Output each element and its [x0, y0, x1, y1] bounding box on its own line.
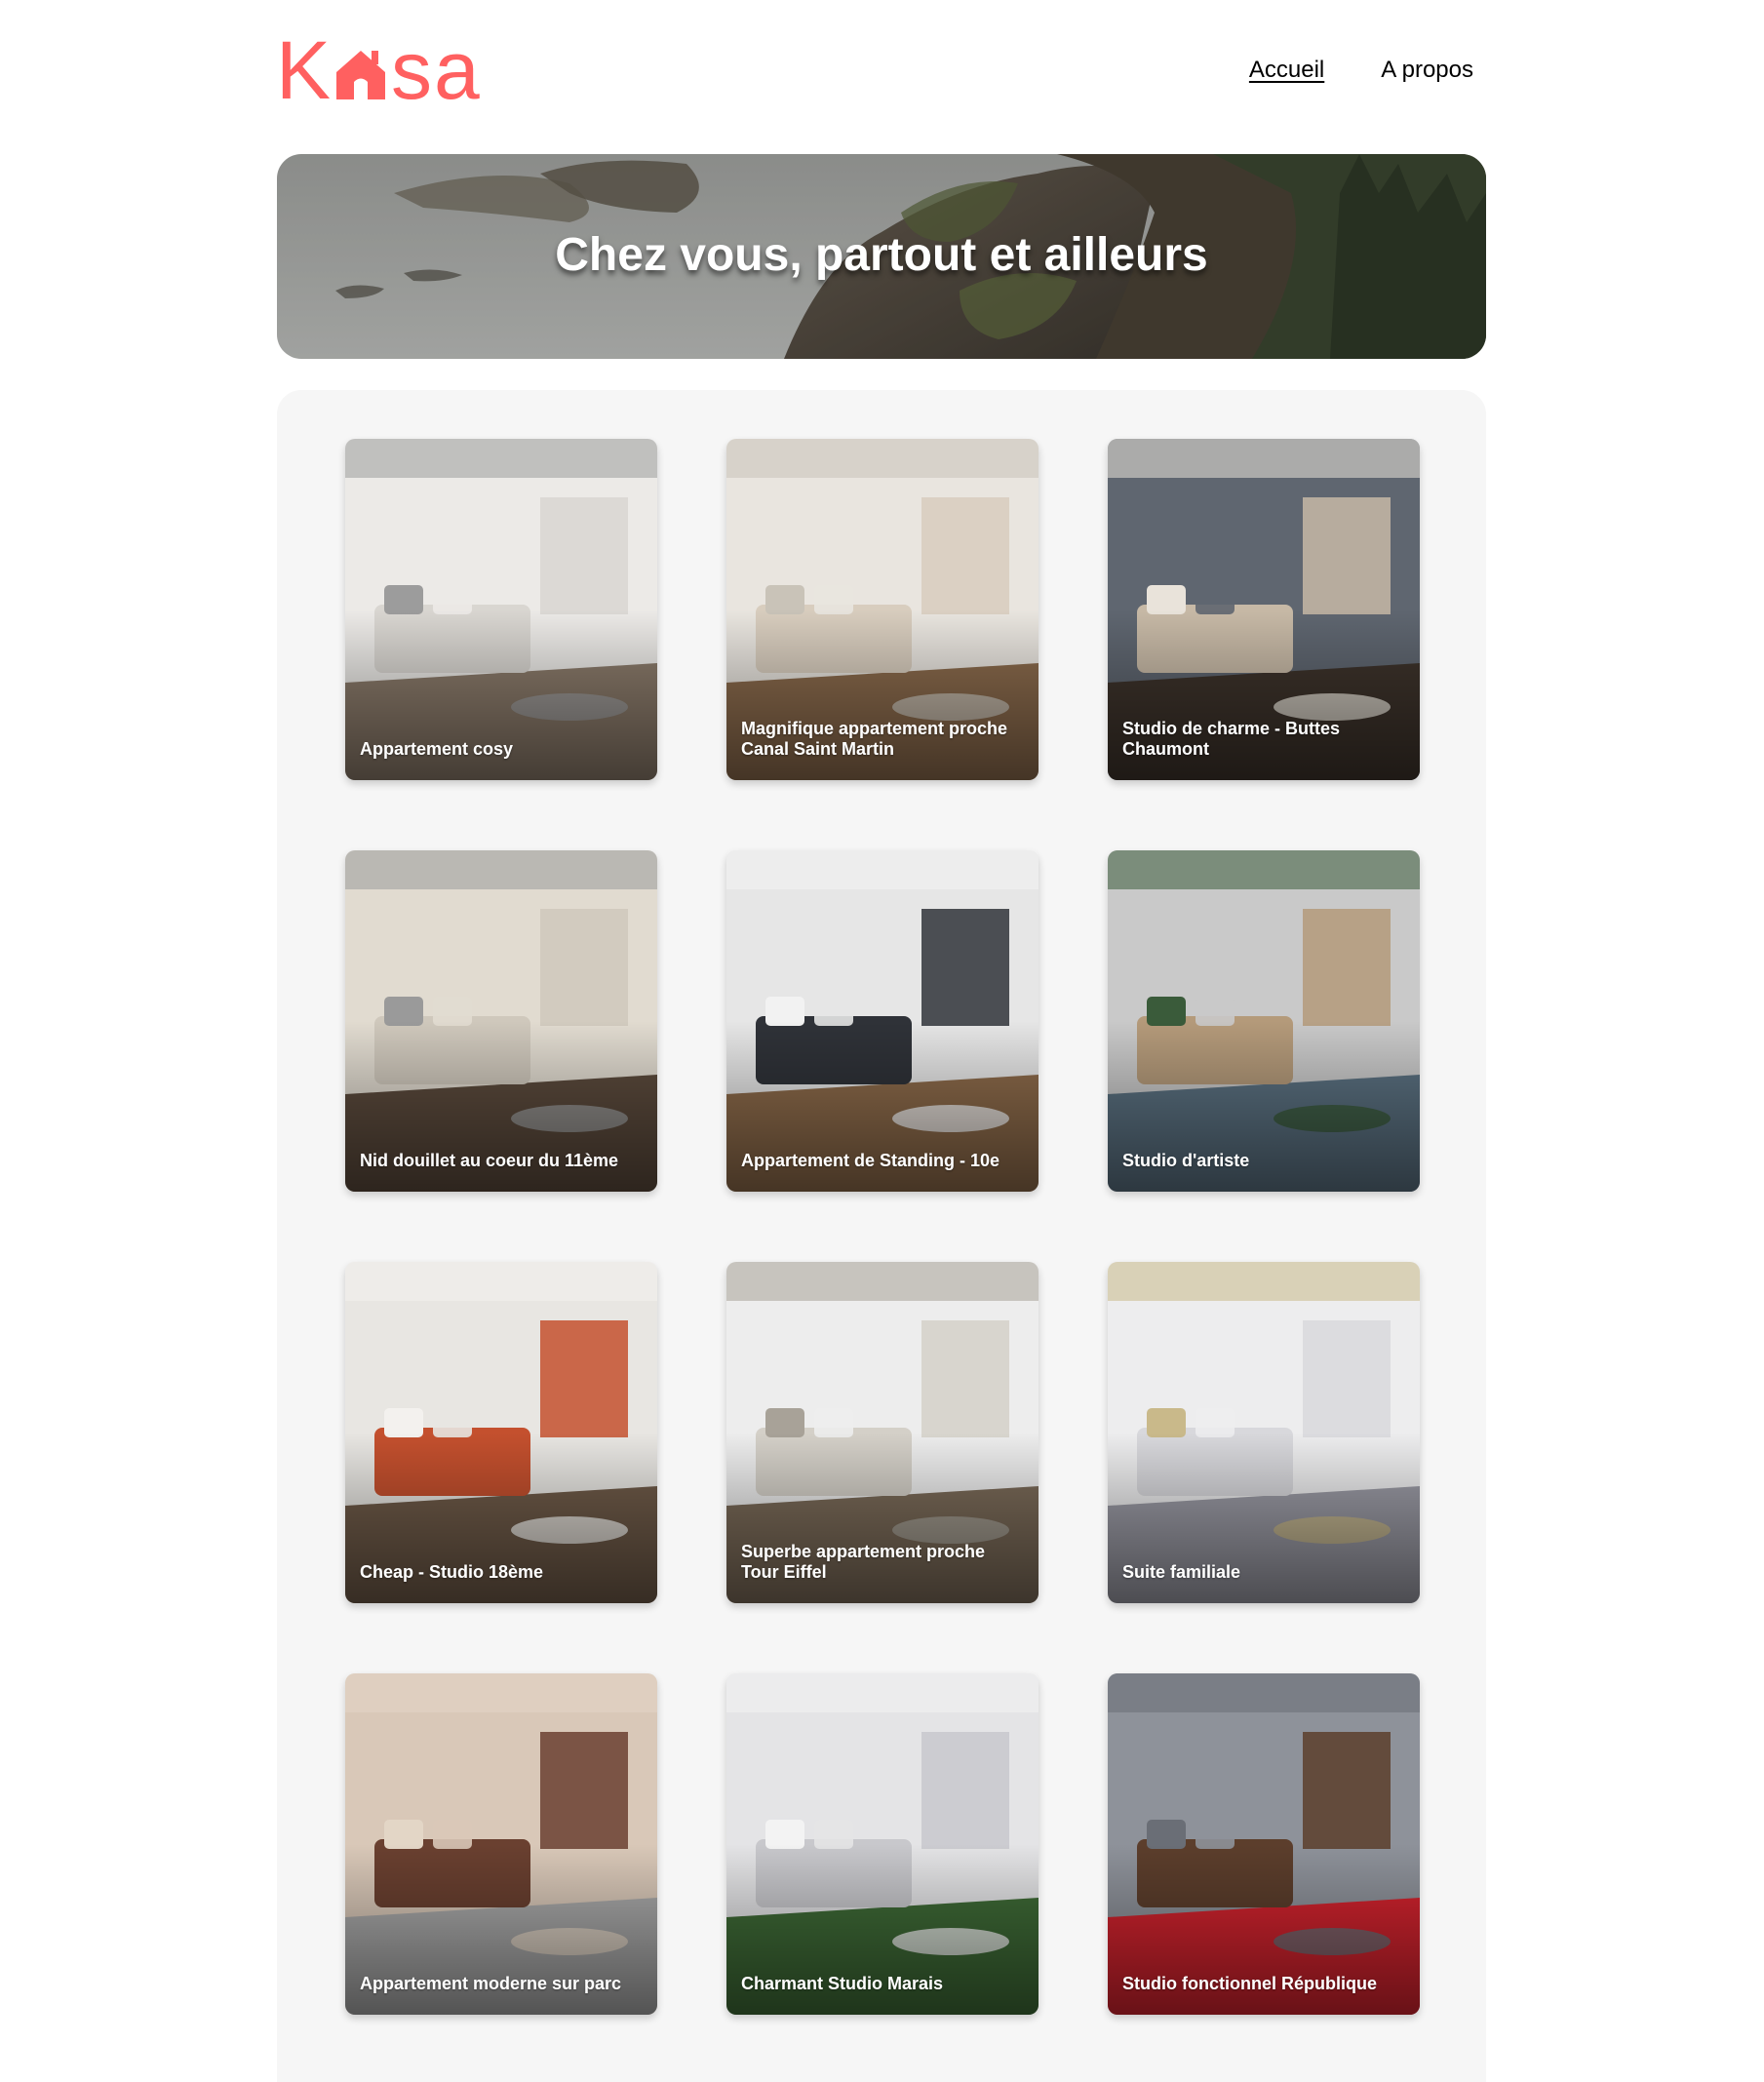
house-icon	[336, 51, 386, 99]
listing-card[interactable]: Appartement moderne sur parc	[345, 1673, 657, 2015]
listing-title: Magnifique appartement proche Canal Sain…	[741, 719, 1008, 759]
listing-card[interactable]: Nid douillet au coeur du 11ème	[345, 850, 657, 1192]
listing-title: Charmant Studio Marais	[741, 1974, 944, 1993]
listing-card[interactable]: Studio de charme - Buttes Chaumont	[1108, 439, 1420, 780]
main-nav: Accueil A propos	[1249, 57, 1473, 84]
listing-card[interactable]: Charmant Studio Marais	[726, 1673, 1039, 2015]
listing-title: Suite familiale	[1122, 1562, 1241, 1582]
listing-title: Superbe appartement proche Tour Eiffel	[741, 1542, 986, 1582]
nav-link-home[interactable]: Accueil	[1249, 57, 1324, 84]
page: K s a Accueil A propos Chez vous, partou…	[0, 0, 1764, 2082]
listing-card[interactable]: Studio fonctionnel République	[1108, 1673, 1420, 2015]
listing-card[interactable]: Suite familiale	[1108, 1262, 1420, 1603]
banner-title: Chez vous, partout et ailleurs	[555, 229, 1208, 281]
kasa-logo[interactable]: K s a	[276, 24, 482, 116]
listing-title: Cheap - Studio 18ème	[360, 1562, 544, 1582]
hero-banner: Chez vous, partout et ailleurs	[277, 154, 1486, 359]
listing-title: Appartement de Standing - 10e	[741, 1151, 1000, 1170]
listing-card[interactable]: Appartement de Standing - 10e	[726, 850, 1039, 1192]
logo-letter-s: s	[391, 24, 435, 116]
nav-link-about[interactable]: A propos	[1381, 57, 1473, 84]
listing-title: Appartement cosy	[360, 739, 514, 759]
listing-title: Studio fonctionnel République	[1122, 1974, 1377, 1993]
listing-title: Studio d'artiste	[1122, 1151, 1250, 1170]
listing-title: Nid douillet au coeur du 11ème	[360, 1151, 619, 1170]
listing-card[interactable]: Appartement cosy	[345, 439, 657, 780]
logo-letter-a: a	[434, 24, 482, 116]
listing-card[interactable]: Cheap - Studio 18ème	[345, 1262, 657, 1603]
site-header: K s a Accueil A propos	[276, 24, 1473, 116]
listing-title: Appartement moderne sur parc	[360, 1974, 622, 1993]
logo-letter-k: K	[276, 24, 333, 116]
listing-card[interactable]: Superbe appartement proche Tour Eiffel	[726, 1262, 1039, 1603]
listing-title: Studio de charme - Buttes Chaumont	[1122, 719, 1341, 759]
listing-card[interactable]: Studio d'artiste	[1108, 850, 1420, 1192]
listing-card[interactable]: Magnifique appartement proche Canal Sain…	[726, 439, 1039, 780]
listings-gallery: Appartement cosy Magnifique appartement p…	[277, 390, 1486, 2082]
